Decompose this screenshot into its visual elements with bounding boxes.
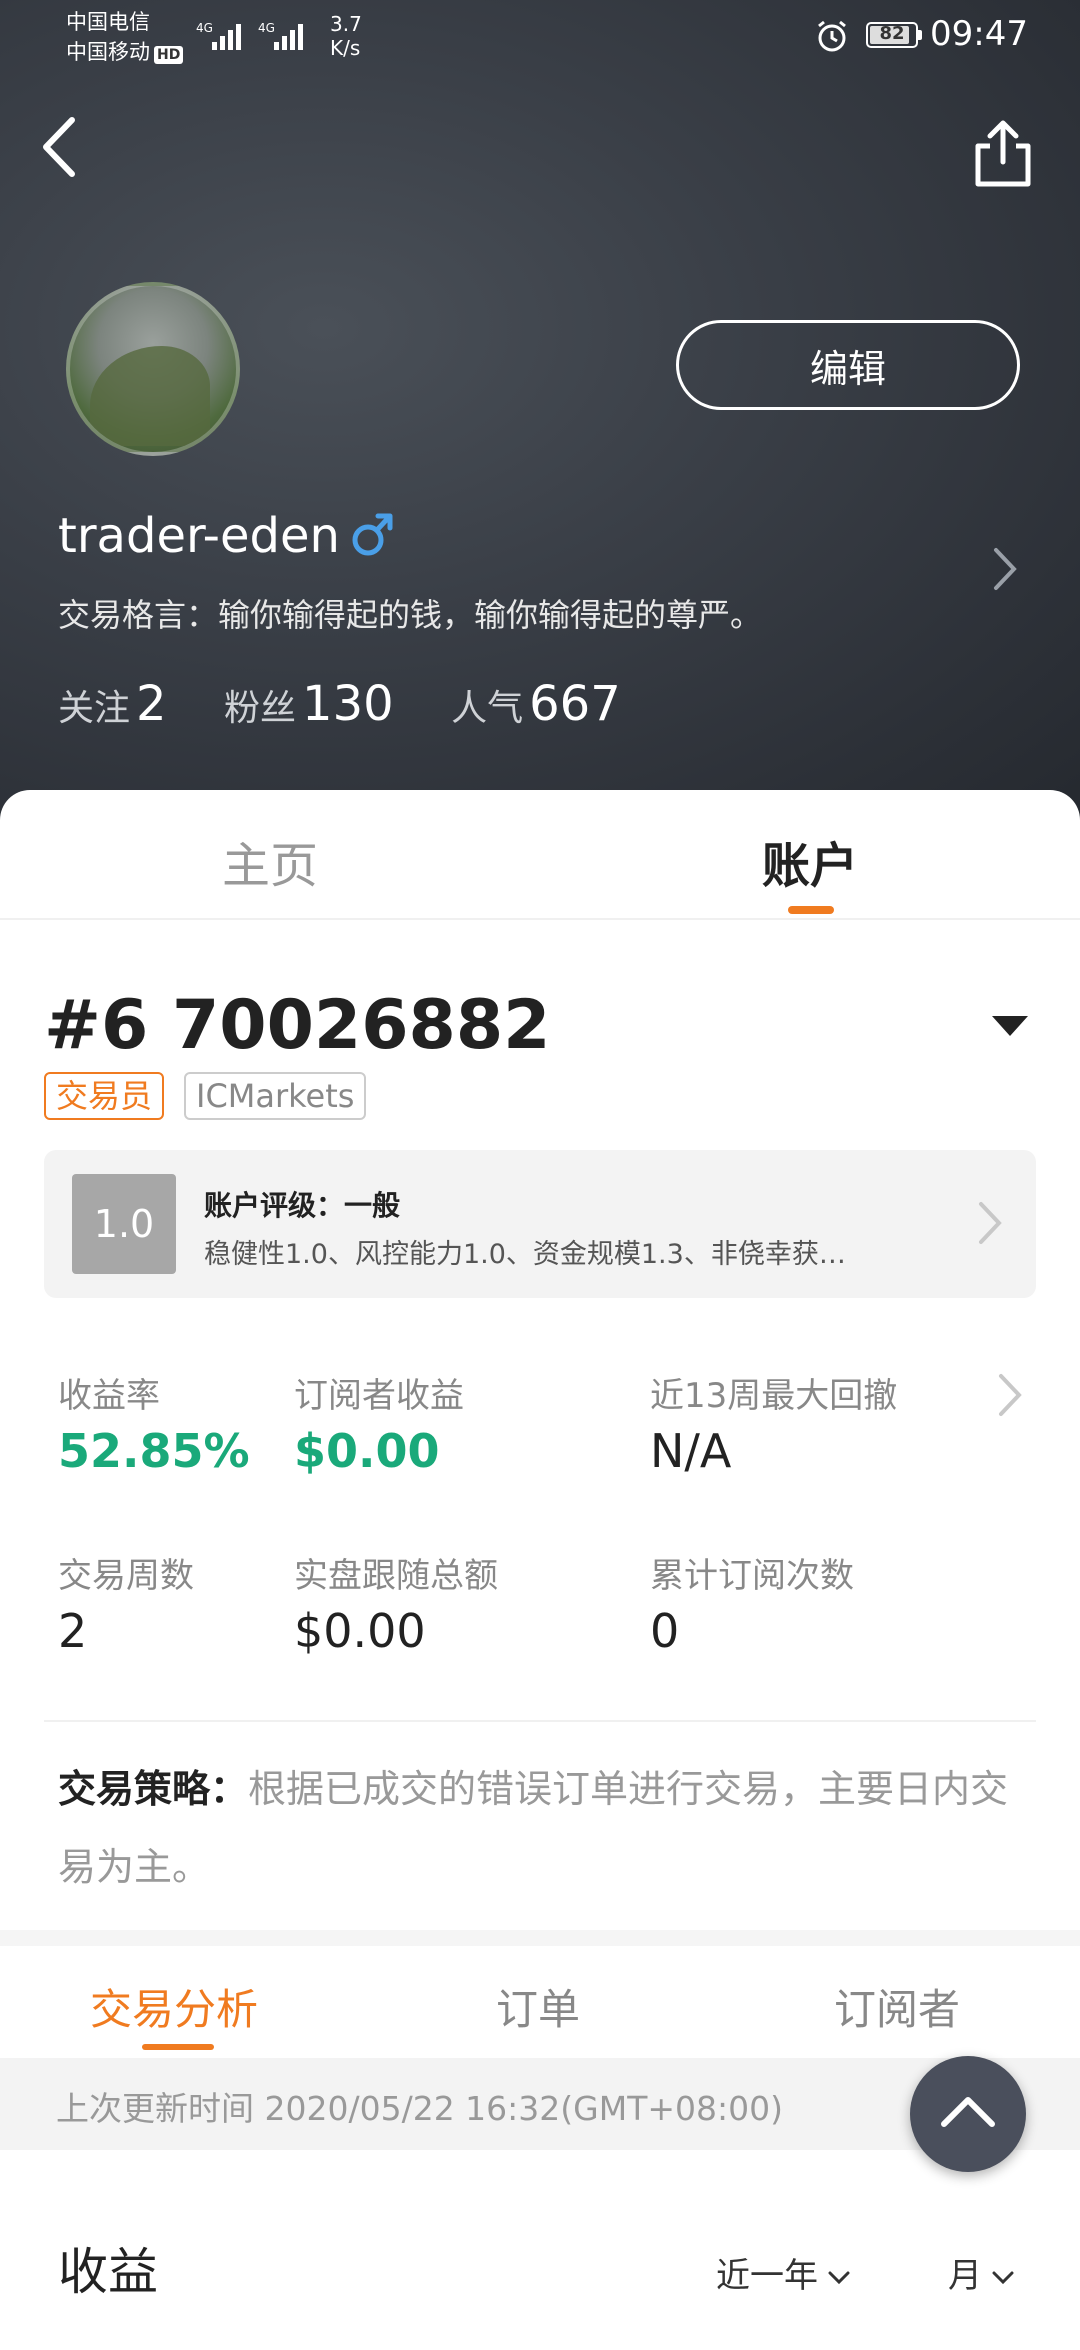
battery-icon: 82 — [866, 22, 918, 48]
rating-score: 1.0 — [72, 1174, 176, 1274]
hd-badge: HD — [154, 46, 184, 64]
metric-value-subscriber-profit: $0.00 — [294, 1424, 440, 1478]
account-rating[interactable]: 1.0 账户评级：一般 稳健性1.0、风控能力1.0、资金规模1.3、非侥幸获… — [44, 1150, 1036, 1298]
signal-icon: 4G — [196, 21, 241, 50]
metric-value-follow-total: $0.00 — [294, 1604, 426, 1658]
svg-text:4G: 4G — [258, 21, 275, 35]
chevron-right-icon[interactable] — [996, 1370, 1024, 1420]
stat-following[interactable]: 关注 2 — [58, 676, 213, 732]
divider — [44, 1720, 1036, 1722]
tab-trade-analysis[interactable]: 交易分析 — [90, 1976, 258, 2037]
svg-text:4G: 4G — [196, 21, 213, 35]
carrier-2: 中国移动 HD — [66, 38, 184, 66]
chevron-right-icon — [979, 1202, 1002, 1244]
last-updated-text: 上次更新时间 2020/05/22 16:32(GMT+08:00) — [56, 2089, 783, 2128]
chevron-up-icon — [941, 2097, 995, 2127]
content-card: 主页 账户 #6 70026882 交易员 ICMarkets 1.0 账户评级… — [0, 790, 1080, 2350]
metric-value-trading-weeks: 2 — [58, 1604, 88, 1658]
carrier-1: 中国电信 — [66, 10, 150, 34]
profile-header: 中国电信 中国移动 HD 4G 4G 3.7 K/s 82 09:47 编辑 t… — [0, 0, 1080, 820]
male-gender-icon — [352, 513, 393, 556]
account-dropdown-icon[interactable] — [990, 1012, 1030, 1038]
status-bar: 中国电信 中国移动 HD 4G 4G 3.7 K/s 82 09:47 — [0, 0, 1080, 80]
metric-value-return: 52.85% — [58, 1424, 250, 1478]
metric-label-trading-weeks: 交易周数 — [58, 1556, 194, 1596]
username: trader-eden — [58, 508, 340, 564]
back-arrow-icon[interactable] — [36, 112, 86, 182]
avatar[interactable] — [66, 282, 240, 456]
metric-value-subscription-count: 0 — [650, 1604, 680, 1658]
edit-profile-button[interactable]: 编辑 — [676, 320, 1020, 410]
profile-stats: 关注 2 粉丝 130 人气 667 — [58, 676, 667, 732]
account-id: #6 70026882 — [44, 986, 551, 1065]
chevron-down-icon — [992, 2271, 1014, 2284]
metric-label-follow-total: 实盘跟随总额 — [294, 1556, 498, 1596]
main-tabs: 主页 账户 — [0, 790, 1080, 920]
chevron-down-icon — [828, 2271, 850, 2284]
metric-value-max-drawdown: N/A — [650, 1424, 732, 1478]
alarm-icon — [818, 20, 846, 52]
rating-title: 账户评级：一般 — [204, 1189, 401, 1222]
analysis-tabs: 交易分析 订单 订阅者 — [0, 1946, 1080, 2058]
chevron-right-icon[interactable] — [990, 544, 1020, 594]
metric-label-return: 收益率 — [58, 1376, 160, 1416]
tab-subscribers[interactable]: 订阅者 — [834, 1976, 960, 2037]
clock: 09:47 — [930, 14, 1028, 54]
period-filter[interactable]: 近一年 — [716, 2248, 850, 2297]
tab-indicator — [788, 906, 834, 914]
tab-home[interactable]: 主页 — [222, 826, 318, 896]
stat-followers[interactable]: 粉丝 130 — [224, 676, 440, 732]
trading-motto: 交易格言：输你输得起的钱，输你输得起的尊严。 — [58, 596, 763, 634]
metric-label-max-drawdown: 近13周最大回撤 — [650, 1376, 898, 1416]
signal-icon-2: 4G — [258, 21, 303, 50]
tab-orders[interactable]: 订单 — [496, 1976, 580, 2037]
tab-account[interactable]: 账户 — [762, 826, 858, 896]
scroll-to-top-button[interactable] — [910, 2056, 1026, 2172]
role-tag: 交易员 — [44, 1072, 165, 1120]
unit-filter[interactable]: 月 — [948, 2248, 1014, 2297]
section-title-profit: 收益 — [58, 2243, 158, 2301]
network-speed: 3.7 K/s — [330, 12, 362, 60]
metric-label-subscriber-profit: 订阅者收益 — [294, 1376, 464, 1416]
subtab-indicator — [142, 2044, 214, 2050]
metric-label-subscription-count: 累计订阅次数 — [650, 1556, 854, 1596]
stat-popularity: 人气 667 — [451, 676, 621, 732]
share-icon[interactable] — [970, 118, 1036, 190]
rating-description: 稳健性1.0、风控能力1.0、资金规模1.3、非侥幸获… — [204, 1239, 846, 1270]
trading-strategy: 交易策略：根据已成交的错误订单进行交易，主要日内交易为主。 — [58, 1767, 1009, 1889]
broker-tag: ICMarkets — [184, 1072, 367, 1120]
